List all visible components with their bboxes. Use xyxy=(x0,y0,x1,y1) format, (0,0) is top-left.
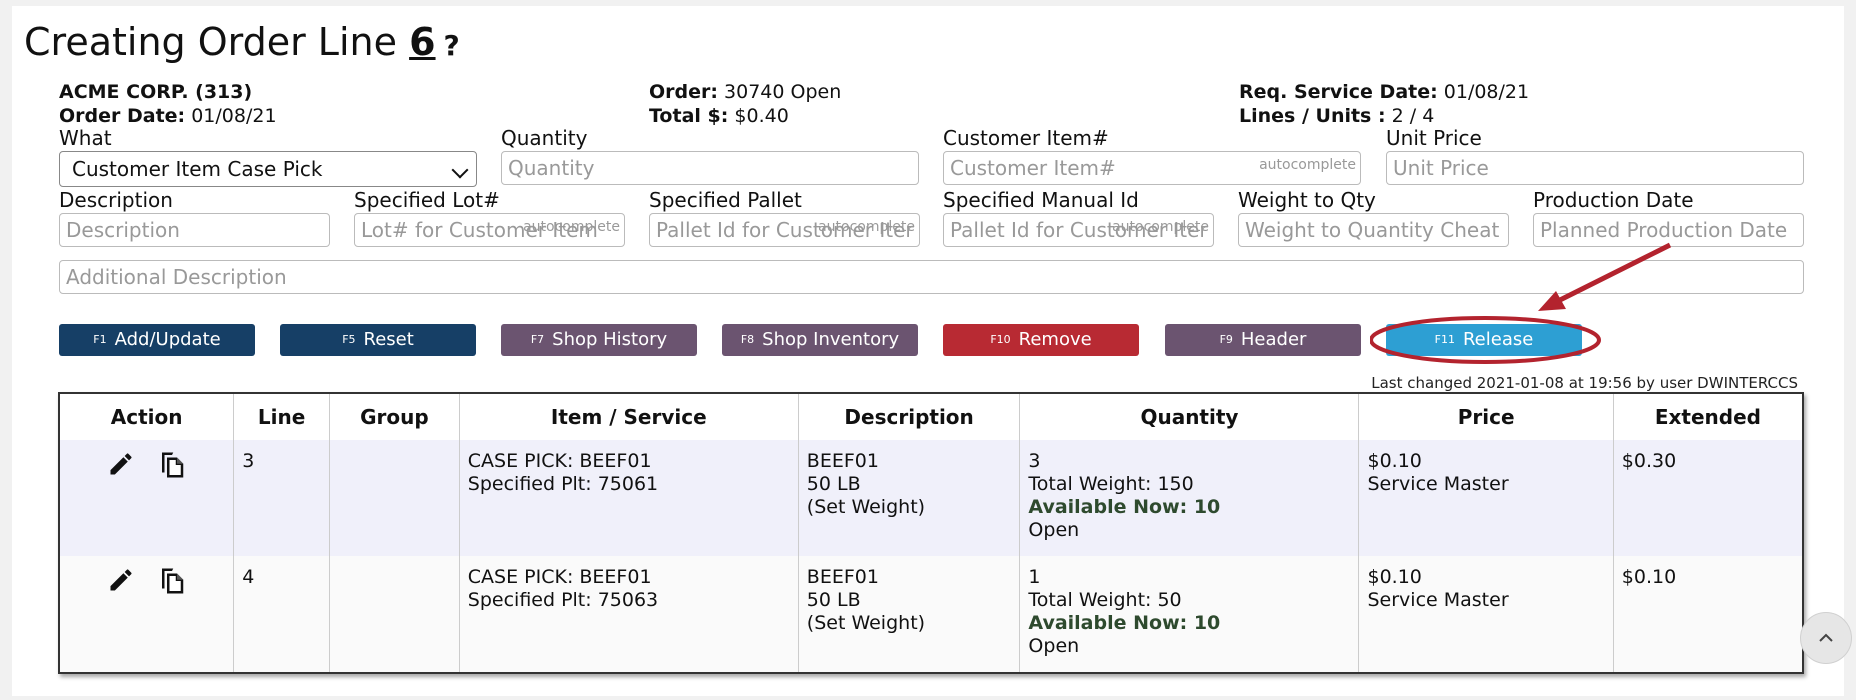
highlight-ellipse xyxy=(1370,316,1601,364)
row-extended: $0.30 xyxy=(1613,440,1802,556)
available-now: Available Now: 10 xyxy=(1028,612,1221,634)
arrow-line xyxy=(1548,242,1672,308)
col-quantity[interactable]: Quantity xyxy=(1019,394,1360,440)
row-line: 4 xyxy=(233,556,331,672)
chevron-down-icon xyxy=(451,161,469,179)
row-group xyxy=(329,556,460,672)
col-extended[interactable]: Extended xyxy=(1613,394,1802,440)
unit-price-input[interactable]: Unit Price xyxy=(1386,151,1804,185)
annotation-arrow xyxy=(1370,242,1672,364)
manual-id-label: Specified Manual Id xyxy=(943,188,1139,212)
lot-label: Specified Lot# xyxy=(354,188,500,212)
scroll-top-button[interactable] xyxy=(1800,612,1852,664)
description-input[interactable]: Description xyxy=(59,213,330,247)
production-date-label: Production Date xyxy=(1533,188,1694,212)
row-description: BEEF01 50 LB (Set Weight) xyxy=(798,556,1021,672)
what-select[interactable]: Customer Item Case Pick xyxy=(59,151,477,187)
pallet-input[interactable]: Pallet Id for Customer Iter autocomplete xyxy=(649,213,920,247)
row-price: $0.10 Service Master xyxy=(1358,556,1614,672)
row-quantity: 1 Total Weight: 50 Available Now: 10 Ope… xyxy=(1019,556,1360,672)
autocomplete-hint: autocomplete xyxy=(818,219,915,235)
row-group xyxy=(329,440,460,556)
customer-item-input[interactable]: Customer Item# autocomplete xyxy=(943,151,1361,185)
row-item: CASE PICK: BEEF01 Specified Plt: 75063 xyxy=(459,556,799,672)
service-info: Req. Service Date: 01/08/21 Lines / Unit… xyxy=(1239,81,1530,127)
customer-item-label: Customer Item# xyxy=(943,126,1109,150)
customer-info: ACME CORP. (313) Order Date: 01/08/21 xyxy=(59,81,277,127)
req-service-date: 01/08/21 xyxy=(1443,81,1530,103)
row-actions xyxy=(60,440,235,556)
order-number: 30740 Open xyxy=(724,81,842,103)
description-label: Description xyxy=(59,188,173,212)
col-action[interactable]: Action xyxy=(60,394,235,440)
manual-id-input[interactable]: Pallet Id for Customer Iter autocomplete xyxy=(943,213,1214,247)
add-update-button[interactable]: F1 Add/Update xyxy=(59,324,255,356)
row-actions xyxy=(60,556,235,672)
row-price: $0.10 Service Master xyxy=(1358,440,1614,556)
order-lines-table: Action Line Group Item / Service Descrip… xyxy=(58,392,1804,674)
pallet-label: Specified Pallet xyxy=(649,188,802,212)
what-label: What xyxy=(59,126,112,150)
help-link[interactable]: ? xyxy=(444,29,460,62)
reset-button[interactable]: F5 Reset xyxy=(280,324,476,356)
row-extended: $0.10 xyxy=(1613,556,1802,672)
quantity-input[interactable]: Quantity xyxy=(501,151,919,185)
chevron-up-icon xyxy=(1819,633,1833,642)
line-status: Open xyxy=(1028,519,1080,541)
copy-icon[interactable] xyxy=(157,450,187,480)
weight-qty-label: Weight to Qty xyxy=(1238,188,1376,212)
col-line[interactable]: Line xyxy=(233,394,331,440)
autocomplete-hint: autocomplete xyxy=(1112,219,1209,235)
col-group[interactable]: Group xyxy=(329,394,460,440)
lines-units: 2 / 4 xyxy=(1391,105,1435,127)
header-button[interactable]: F9 Header xyxy=(1165,324,1361,356)
last-changed-text: Last changed 2021-01-08 at 19:56 by user… xyxy=(1371,374,1798,392)
table-row: 3 CASE PICK: BEEF01 Specified Plt: 75061… xyxy=(60,440,1802,556)
lot-input[interactable]: Lot# for Customer Item autocomplete xyxy=(354,213,625,247)
col-price[interactable]: Price xyxy=(1358,394,1614,440)
pencil-icon[interactable] xyxy=(107,450,135,478)
shop-history-button[interactable]: F7 Shop History xyxy=(501,324,697,356)
quantity-label: Quantity xyxy=(501,126,588,150)
pencil-icon[interactable] xyxy=(107,566,135,594)
order-info: Order: 30740 Open Total $: $0.40 xyxy=(649,81,842,127)
col-description[interactable]: Description xyxy=(798,394,1021,440)
order-date: 01/08/21 xyxy=(191,105,277,127)
order-total: $0.40 xyxy=(734,105,789,127)
autocomplete-hint: autocomplete xyxy=(523,219,620,235)
row-item: CASE PICK: BEEF01 Specified Plt: 75061 xyxy=(459,440,799,556)
line-number: 6 xyxy=(409,20,436,64)
table-row: 4 CASE PICK: BEEF01 Specified Plt: 75063… xyxy=(60,556,1802,672)
remove-button[interactable]: F10 Remove xyxy=(943,324,1139,356)
unit-price-label: Unit Price xyxy=(1386,126,1482,150)
line-status: Open xyxy=(1028,635,1080,657)
shop-inventory-button[interactable]: F8 Shop Inventory xyxy=(722,324,918,356)
autocomplete-hint: autocomplete xyxy=(1259,157,1356,173)
col-item-service[interactable]: Item / Service xyxy=(459,394,799,440)
row-description: BEEF01 50 LB (Set Weight) xyxy=(798,440,1021,556)
available-now: Available Now: 10 xyxy=(1028,496,1221,518)
customer-name: ACME CORP. (313) xyxy=(59,81,253,103)
row-line: 3 xyxy=(233,440,331,556)
page-title: Creating Order Line 6? xyxy=(24,20,460,64)
copy-icon[interactable] xyxy=(157,566,187,596)
row-quantity: 3 Total Weight: 150 Available Now: 10 Op… xyxy=(1019,440,1360,556)
